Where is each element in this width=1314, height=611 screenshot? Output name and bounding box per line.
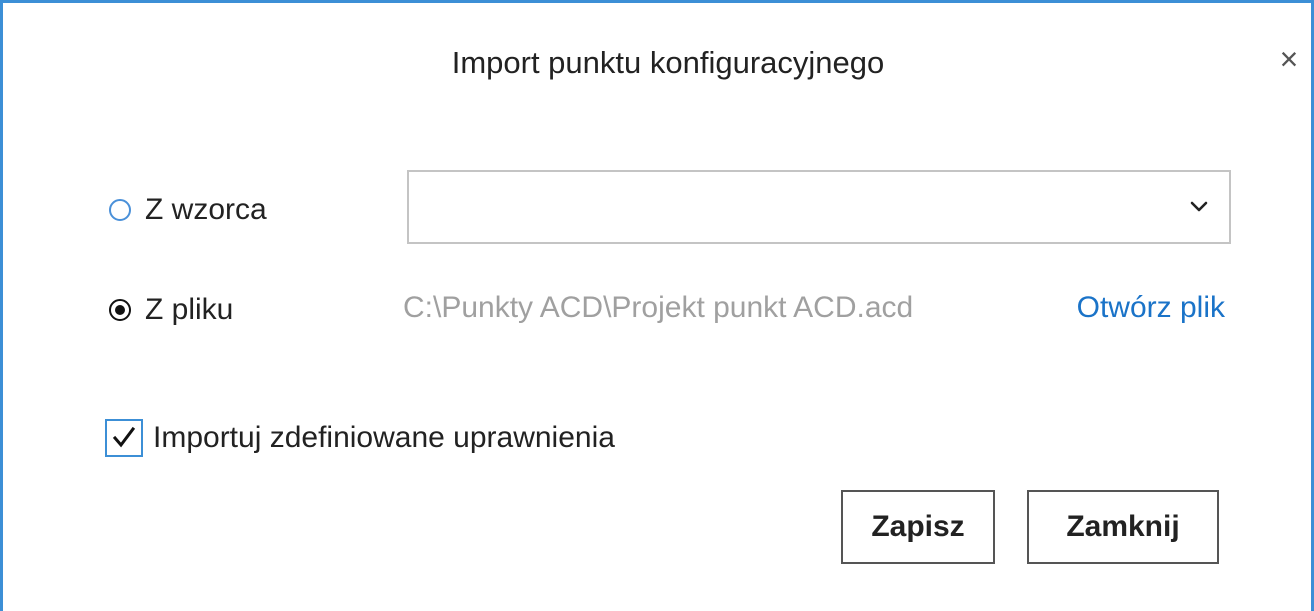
save-button[interactable]: Zapisz	[841, 490, 995, 564]
radio-dot-icon	[115, 305, 125, 315]
close-button[interactable]: Zamknij	[1027, 490, 1219, 564]
permissions-row: Importuj zdefiniowane uprawnienia	[105, 419, 615, 457]
template-option-row: Z wzorca	[109, 193, 267, 227]
file-radio-label[interactable]: Z pliku	[145, 293, 233, 327]
file-radio[interactable]	[109, 299, 131, 321]
chevron-down-icon	[1190, 201, 1208, 212]
template-dropdown[interactable]	[407, 170, 1231, 244]
import-dialog: Import punktu konfiguracyjnego × Z wzorc…	[0, 0, 1314, 611]
checkmark-icon	[112, 426, 136, 448]
dialog-title: Import punktu konfiguracyjnego	[451, 45, 885, 80]
open-file-link[interactable]: Otwórz plik	[1077, 291, 1225, 325]
file-path: C:\Punkty ACD\Projekt punkt ACD.acd	[403, 291, 914, 324]
template-radio-label[interactable]: Z wzorca	[145, 193, 267, 227]
permissions-label[interactable]: Importuj zdefiniowane uprawnienia	[153, 421, 615, 455]
file-option-row: Z pliku	[109, 293, 233, 327]
template-radio[interactable]	[109, 199, 131, 221]
close-icon[interactable]: ×	[1271, 39, 1307, 79]
permissions-checkbox[interactable]	[105, 419, 143, 457]
